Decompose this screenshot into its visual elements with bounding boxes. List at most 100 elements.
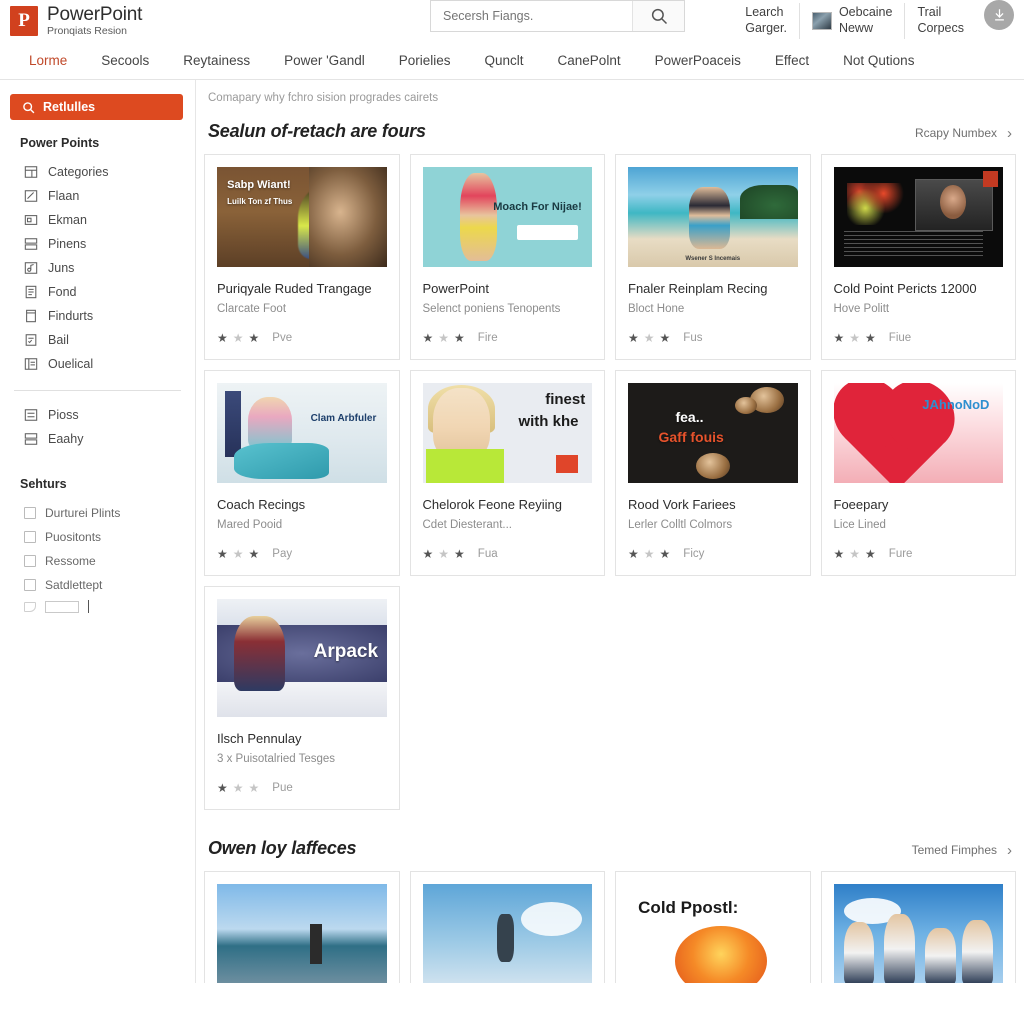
sidebar-item-fond[interactable]: Fond	[0, 280, 195, 304]
template-card[interactable]: Sabp Wiant! Luilk Ton zf Thus Puriqyale …	[204, 154, 400, 360]
card-subtitle: Lerler Colltl Colmors	[628, 519, 733, 531]
card-title: PowerPoint	[422, 281, 489, 296]
sidebar-item-eaahy[interactable]: Eaahy	[0, 427, 195, 451]
checkbox-icon	[24, 531, 36, 543]
search-input[interactable]	[431, 1, 632, 31]
sidebar-item-categories[interactable]: Categories	[0, 160, 195, 184]
template-card[interactable]	[820, 871, 1016, 983]
card-rating[interactable]: ★ ★ ★ Ficy	[628, 547, 798, 561]
star-icon: ★	[643, 331, 656, 345]
sidebar-filters-title: Sehturs	[20, 477, 67, 491]
thumbnail-caption-1: Cold Ppostl:	[638, 898, 739, 917]
star-icon: ★	[865, 331, 877, 345]
header-action-trail[interactable]: Trail Corpecs	[904, 3, 976, 39]
sidebar-item-juns[interactable]: Juns	[0, 256, 195, 280]
template-card[interactable]: JAhnoNoD Foeepary Lice Lined ★ ★ ★ Fure	[820, 370, 1016, 576]
template-card[interactable]: Moach For Nijae! PowerPoint Selenct poni…	[409, 154, 605, 360]
nav-item-power-gandl[interactable]: Power 'Gandl	[267, 42, 382, 80]
search-bar[interactable]	[430, 0, 685, 32]
thumbnail-caption-1: Moach For Nijae!	[493, 201, 582, 213]
header-actions: Learch Garger. Oebcaine Neww Trail Corpe…	[733, 0, 1024, 42]
search-icon	[651, 8, 667, 25]
template-card[interactable]: Cold Ppostl:	[615, 871, 811, 983]
card-rating[interactable]: ★ ★ ★ Fiue	[834, 331, 1004, 345]
download-button[interactable]	[984, 0, 1014, 30]
nav-item-powerpoaceis[interactable]: PowerPoaceis	[638, 42, 758, 80]
section-more-link-1[interactable]: Rcapy Numbex ›	[915, 125, 1012, 142]
text-caret	[88, 600, 89, 613]
card-subtitle: 3 x Puisotalried Tesges	[217, 753, 336, 765]
header-action-learch[interactable]: Learch Garger.	[733, 3, 799, 39]
nav-item-reytainess[interactable]: Reytainess	[166, 42, 267, 80]
checkbox-icon	[24, 579, 36, 591]
card-title: Cold Point Pericts 12000	[833, 281, 977, 296]
template-card[interactable]	[409, 871, 605, 983]
sidebar-search-button[interactable]: Retlulles	[10, 94, 183, 120]
template-card[interactable]: finest with khe Chelorok Feone Reyiing C…	[409, 370, 605, 576]
template-card[interactable]	[204, 871, 400, 983]
sidebar-item-flaan[interactable]: Flaan	[0, 184, 195, 208]
section-title: Owen loy laffeces	[208, 838, 357, 858]
template-card[interactable]: Cold Point Pericts 12000 Hove Politt ★ ★…	[820, 154, 1016, 360]
nav-item-secools[interactable]: Secools	[84, 42, 166, 80]
star-icon: ★	[422, 331, 435, 345]
star-icon: ★	[217, 781, 229, 795]
sidebar-item-ouelical[interactable]: Ouelical	[0, 352, 195, 376]
card-title: Coach Recings	[217, 497, 306, 512]
thumbnail-caption-1: Clam Arbfuler	[310, 413, 377, 424]
sidebar-group-title: Power Points	[20, 136, 100, 150]
sidebar-item-bail[interactable]: Bail	[0, 328, 195, 352]
card-rating[interactable]: ★ ★ ★ Fure	[834, 547, 1004, 561]
card-thumbnail	[217, 884, 387, 983]
template-card[interactable]: Arpack Ilsch Pennulay 3 x Puisotalried T…	[204, 586, 400, 810]
sidebar-item-label: Ouelical	[48, 357, 94, 371]
card-rating[interactable]: ★ ★ ★ Pve	[217, 331, 387, 345]
card-rating[interactable]: ★ ★ ★ Fire	[423, 331, 593, 345]
card-grid-row-1: Sabp Wiant! Luilk Ton zf Thus Puriqyale …	[196, 154, 1024, 360]
star-icon: ★	[628, 547, 640, 561]
nav-item-qunclt[interactable]: Qunclt	[468, 42, 541, 80]
filter-checkbox-ressome[interactable]: Ressome	[0, 549, 195, 573]
chevron-right-icon: ›	[1007, 124, 1012, 142]
card-rating[interactable]: ★ ★ ★ Pue	[217, 781, 387, 795]
filter-checkbox-satdlettept[interactable]: Satdlettept	[0, 573, 195, 597]
card-rating[interactable]: ★ ★ ★ Fua	[423, 547, 593, 561]
brand-logo-area[interactable]: P PowerPoint Pronqiats Resion	[0, 0, 240, 42]
frame-icon	[24, 215, 38, 225]
template-card[interactable]: Clam Arbfuler Coach Recings Mared Pooid …	[204, 370, 400, 576]
star-icon: ★	[232, 781, 245, 795]
filter-text-input[interactable]	[45, 600, 79, 613]
nav-item-lorme[interactable]: Lorme	[12, 42, 84, 80]
card-title: Ilsch Pennulay	[217, 731, 302, 746]
sidebar-item-findurts[interactable]: Findurts	[0, 304, 195, 328]
card-thumbnail: Sabp Wiant! Luilk Ton zf Thus	[217, 167, 387, 267]
filter-label: Satdlettept	[45, 578, 103, 592]
nav-item-porielies[interactable]: Porielies	[382, 42, 468, 80]
sidebar-item-pinens[interactable]: Pinens	[0, 232, 195, 256]
page-layout: Retlulles Power Points Categories Flaan …	[0, 80, 1024, 983]
filter-checkbox-durturei-plints[interactable]: Durturei Plints	[0, 501, 195, 525]
thumbnail-caption-1: Arpack	[313, 641, 379, 663]
sidebar-item-ekman[interactable]: Ekman	[0, 208, 195, 232]
nav-item-not-qutions[interactable]: Not Qutions	[826, 42, 931, 80]
template-card[interactable]: fea.. Gaff fouis Rood Vork Fariees Lerle…	[615, 370, 811, 576]
top-header: P PowerPoint Pronqiats Resion Learch Gar…	[0, 0, 1024, 42]
card-rating[interactable]: ★ ★ ★ Fus	[628, 331, 798, 345]
nav-item-canepolnt[interactable]: CanePolnt	[541, 42, 638, 80]
sidebar-item-pioss[interactable]: Pioss	[0, 403, 195, 427]
nav-item-effect[interactable]: Effect	[758, 42, 826, 80]
star-icon: ★	[248, 547, 261, 561]
search-button[interactable]	[632, 1, 684, 31]
filter-checkbox-puositonts[interactable]: Puositonts	[0, 525, 195, 549]
star-icon: ★	[438, 547, 451, 561]
header-action-label: Learch Garger.	[745, 5, 787, 36]
section-more-link-2[interactable]: Temed Fimphes ›	[912, 842, 1012, 859]
star-icon: ★	[833, 547, 846, 561]
card-rating[interactable]: ★ ★ ★ Pay	[217, 547, 387, 561]
sidebar: Retlulles Power Points Categories Flaan …	[0, 80, 195, 983]
edit-icon	[24, 190, 38, 202]
rating-label: Fire	[477, 332, 498, 344]
filter-input-stub[interactable]	[0, 597, 195, 618]
template-card[interactable]: Wsener S Incemais Fnaler Reinplam Recing…	[615, 154, 811, 360]
header-action-oebcaine[interactable]: Oebcaine Neww	[798, 3, 905, 39]
